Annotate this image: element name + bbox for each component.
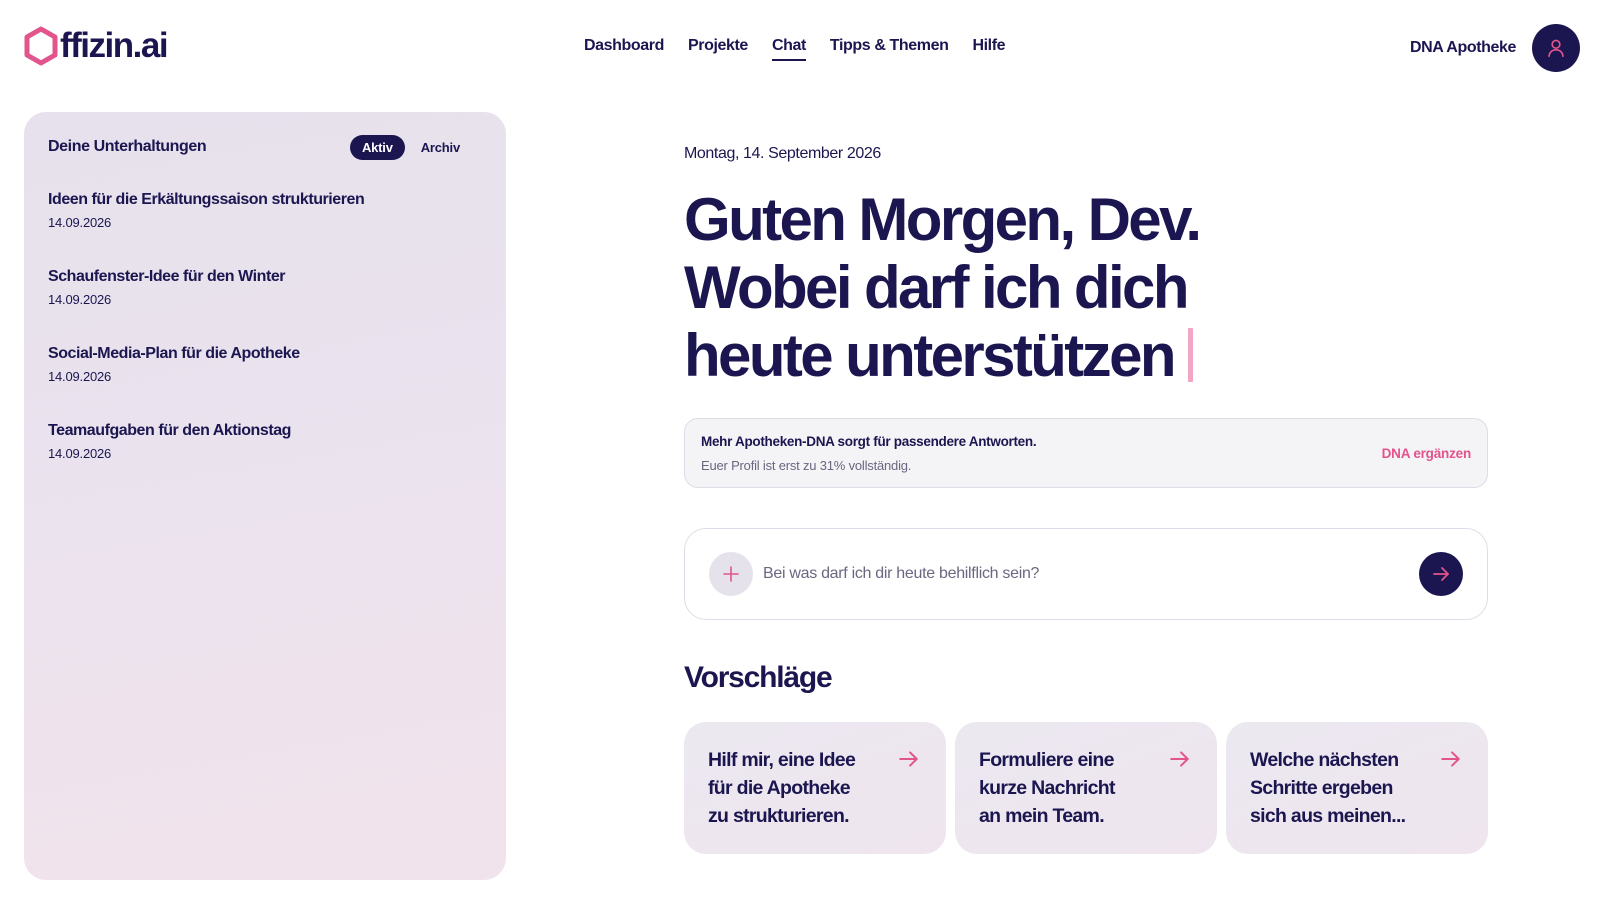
nav-hilfe[interactable]: Hilfe xyxy=(972,36,1005,61)
user-icon xyxy=(1548,39,1564,58)
conversation-item[interactable]: Ideen für die Erkältungssaison strukturi… xyxy=(48,190,482,230)
dna-notice: Mehr Apotheken-DNA sorgt für passendere … xyxy=(684,418,1488,488)
conversation-date: 14.09.2026 xyxy=(48,215,112,230)
suggestion-line: an mein Team. xyxy=(979,805,1105,827)
suggestions-heading: Vorschläge xyxy=(684,661,833,694)
suggestion-line: sich aus meinen... xyxy=(1250,805,1406,827)
suggestion-text: Formuliere eine kurze Nachricht an mein … xyxy=(979,746,1149,830)
suggestion-cards: Hilf mir, eine Idee für die Apotheke zu … xyxy=(684,722,1488,854)
nav-chat[interactable]: Chat xyxy=(771,36,806,61)
logo[interactable]: ffizin.ai xyxy=(24,26,169,66)
plus-icon xyxy=(723,566,739,582)
conversation-list: Ideen für die Erkältungssaison strukturi… xyxy=(48,190,482,461)
logo-text: ffizin.ai xyxy=(60,26,169,65)
conversation-item[interactable]: Teamaufgaben für den Aktionstag 14.09.20… xyxy=(48,421,482,461)
suggestion-line: für die Apotheke xyxy=(708,777,851,799)
account-name[interactable]: DNA Apotheke xyxy=(1410,39,1516,57)
suggestion-line: Welche nächsten xyxy=(1250,749,1399,771)
logo-hexagon-icon xyxy=(24,26,58,66)
suggestion-line: kurze Nachricht xyxy=(979,777,1116,799)
conversation-date: 14.09.2026 xyxy=(48,292,112,307)
chat-input-box xyxy=(684,528,1488,620)
conversation-title: Teamaufgaben für den Aktionstag xyxy=(48,422,291,439)
conversation-title: Ideen für die Erkältungssaison strukturi… xyxy=(48,191,365,208)
dna-notice-title: Mehr Apotheken-DNA sorgt für passendere … xyxy=(701,433,1037,449)
dna-ergaenzen-link[interactable]: DNA ergänzen xyxy=(1382,446,1472,461)
sidebar-title: Deine Unterhaltungen xyxy=(48,138,207,155)
chat-input[interactable] xyxy=(763,565,1409,583)
greeting-headline: Guten Morgen, Dev. Wobei darf ich dich h… xyxy=(684,186,1488,390)
main-nav: Dashboard Projekte Chat Tipps & Themen H… xyxy=(584,36,1006,61)
send-button[interactable] xyxy=(1419,552,1463,596)
filter-aktiv-button[interactable]: Aktiv xyxy=(349,134,405,160)
conversation-filter-toggle: Aktiv Archiv xyxy=(349,134,482,160)
sidebar-header: Deine Unterhaltungen Aktiv Archiv xyxy=(48,134,482,160)
headline-line: Guten Morgen, Dev. xyxy=(684,186,1202,253)
nav-dashboard[interactable]: Dashboard xyxy=(584,36,664,61)
current-date: Montag, 14. September 2026 xyxy=(684,145,881,162)
suggestion-line: Formuliere eine xyxy=(979,749,1114,771)
dna-notice-subtitle: Euer Profil ist erst zu 31% vollständig. xyxy=(701,457,912,473)
headline-line: Wobei darf ich dich xyxy=(684,254,1189,321)
suggestion-card[interactable]: Welche nächsten Schritte ergeben sich au… xyxy=(1226,722,1488,854)
chat-main: Montag, 14. September 2026 Guten Morgen,… xyxy=(684,144,1488,854)
suggestion-line: zu strukturieren. xyxy=(708,805,850,827)
suggestion-card[interactable]: Hilf mir, eine Idee für die Apotheke zu … xyxy=(684,722,946,854)
nav-projekte[interactable]: Projekte xyxy=(688,36,748,61)
headline-line-last: heute unterstützen xyxy=(684,322,1488,390)
conversation-date: 14.09.2026 xyxy=(48,369,112,384)
suggestion-text: Hilf mir, eine Idee für die Apotheke zu … xyxy=(708,746,878,830)
suggestion-line: Schritte ergeben xyxy=(1250,777,1393,799)
conversation-date: 14.09.2026 xyxy=(48,446,112,461)
typing-caret xyxy=(1187,328,1193,382)
account-area: DNA Apotheke xyxy=(1410,24,1580,72)
arrow-right-icon xyxy=(1441,751,1460,767)
avatar-button[interactable] xyxy=(1532,24,1580,72)
suggestion-line: Hilf mir, eine Idee xyxy=(708,749,856,771)
suggestion-text: Welche nächsten Schritte ergeben sich au… xyxy=(1250,746,1420,830)
attach-button[interactable] xyxy=(709,552,753,596)
conversation-title: Schaufenster-Idee für den Winter xyxy=(48,268,286,285)
filter-archiv-button[interactable]: Archiv xyxy=(409,135,472,160)
nav-tipps-themen[interactable]: Tipps & Themen xyxy=(830,36,949,61)
headline-line-text: heute unterstützen xyxy=(684,322,1176,389)
conversation-title: Social-Media-Plan für die Apotheke xyxy=(48,345,300,362)
arrow-right-icon xyxy=(1433,567,1449,581)
conversation-item[interactable]: Schaufenster-Idee für den Winter 14.09.2… xyxy=(48,267,482,307)
conversations-sidebar: Deine Unterhaltungen Aktiv Archiv Ideen … xyxy=(24,112,506,880)
arrow-right-icon xyxy=(1170,751,1189,767)
suggestion-card[interactable]: Formuliere eine kurze Nachricht an mein … xyxy=(955,722,1217,854)
conversation-item[interactable]: Social-Media-Plan für die Apotheke 14.09… xyxy=(48,344,482,384)
arrow-right-icon xyxy=(899,751,918,767)
